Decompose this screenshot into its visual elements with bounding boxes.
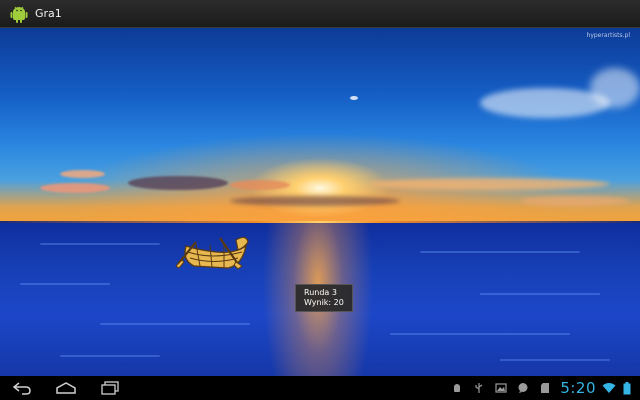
wave bbox=[480, 293, 600, 295]
wooden-boat-sprite[interactable] bbox=[176, 232, 250, 270]
gallery-icon[interactable] bbox=[494, 381, 508, 395]
cloud bbox=[350, 96, 358, 100]
cloud bbox=[520, 196, 630, 206]
cloud bbox=[40, 183, 110, 193]
cloud bbox=[230, 180, 290, 190]
wave bbox=[420, 251, 580, 253]
app-title-bar: Gra1 bbox=[0, 0, 640, 28]
wifi-icon bbox=[602, 381, 616, 395]
android-app-icon bbox=[10, 6, 28, 23]
clock: 5:20 bbox=[560, 379, 596, 397]
battery-icon bbox=[620, 381, 634, 395]
system-bar: 5:20 bbox=[0, 376, 640, 400]
home-icon[interactable] bbox=[54, 379, 78, 397]
wave bbox=[60, 355, 160, 357]
cloud bbox=[60, 170, 105, 178]
android-debug-icon[interactable] bbox=[450, 381, 464, 395]
sd-card-icon[interactable] bbox=[538, 381, 552, 395]
score-label: Wynik: 20 bbox=[304, 298, 344, 307]
chat-icon[interactable] bbox=[516, 381, 530, 395]
wave bbox=[390, 333, 570, 335]
wallpaper-watermark: hyperartists.pl bbox=[586, 32, 630, 39]
wave bbox=[100, 323, 250, 325]
cloud bbox=[590, 68, 640, 108]
recent-apps-icon[interactable] bbox=[98, 379, 122, 397]
cloud bbox=[230, 196, 400, 206]
back-icon[interactable] bbox=[10, 379, 34, 397]
score-toast: Runda 3 Wynik: 20 bbox=[295, 284, 353, 312]
cloud bbox=[370, 178, 610, 190]
usb-icon[interactable] bbox=[472, 381, 486, 395]
wave bbox=[500, 359, 610, 361]
sky-background: hyperartists.pl bbox=[0, 28, 640, 223]
game-canvas[interactable]: hyperartists.pl bbox=[0, 28, 640, 376]
wave bbox=[40, 243, 160, 245]
cloud bbox=[128, 176, 228, 190]
app-title: Gra1 bbox=[35, 7, 62, 20]
wave bbox=[20, 283, 110, 285]
round-label: Runda 3 bbox=[304, 288, 337, 297]
